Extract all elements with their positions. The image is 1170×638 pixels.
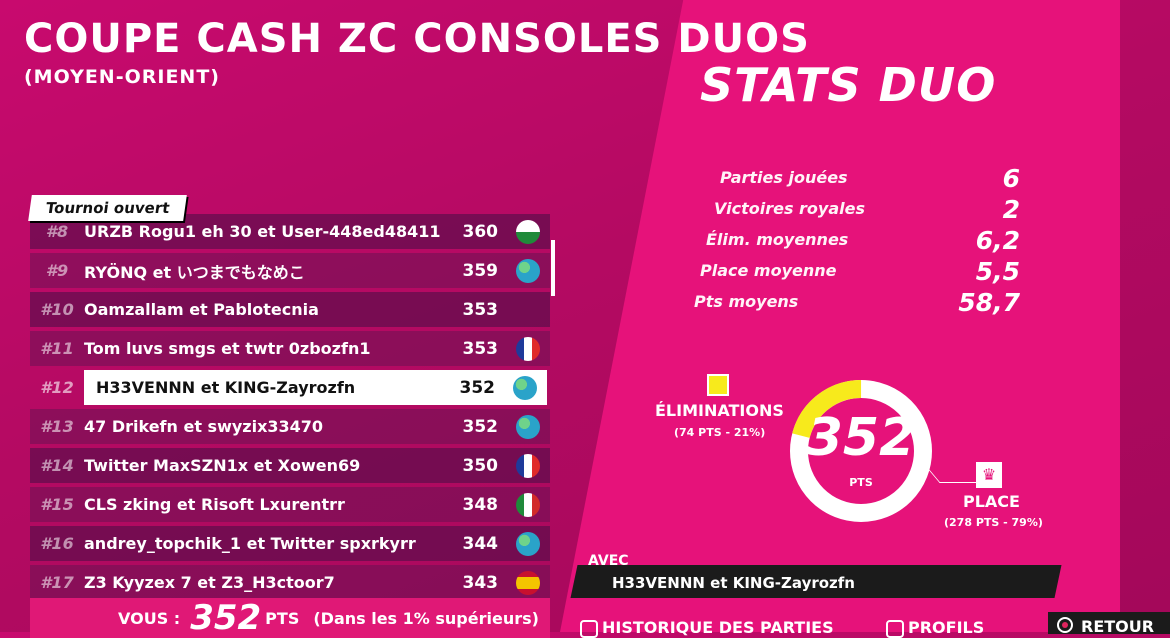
history-icon xyxy=(580,619,598,638)
row-rank: #13 xyxy=(40,417,74,436)
italy-flag xyxy=(516,492,540,517)
france-flag xyxy=(516,453,540,478)
eliminations-sub: (74 PTS - 21%) xyxy=(674,426,766,439)
stat-value: 5,5 xyxy=(975,257,1020,286)
match-history-button[interactable]: HISTORIQUE DES PARTIES xyxy=(580,618,834,638)
profiles-button[interactable]: PROFILS xyxy=(886,618,984,638)
stat-label: Victoires royales xyxy=(714,199,865,218)
globe-icon xyxy=(513,375,537,400)
stat-row: Parties jouées 6 xyxy=(690,164,1030,199)
your-score-pts: PTS xyxy=(265,608,300,628)
leaderboard-row[interactable]: #16 andrey_topchik_1 et Twitter spxrkyrr 3… xyxy=(30,526,550,561)
row-score: 348 xyxy=(462,494,499,515)
leaderboard-row[interactable]: #13 47 Drikefn et swyzix33470 352 xyxy=(30,409,550,444)
row-rank: #8 xyxy=(45,222,69,241)
donut-pts-label: PTS xyxy=(849,476,873,489)
page-subtitle: (MOYEN-ORIENT) xyxy=(24,66,220,88)
stat-value: 6 xyxy=(1002,164,1020,193)
stats-title: STATS DUO xyxy=(700,58,997,112)
leaderboard-scrollbar[interactable] xyxy=(551,240,555,296)
your-score-label: VOUS : xyxy=(118,608,181,628)
place-label: PLACE xyxy=(963,492,1020,511)
spain-flag xyxy=(516,570,540,595)
leaderboard-row[interactable]: #10 Oamzallam et Pablotecnia 353 xyxy=(30,292,550,327)
stat-row: Pts moyens 58,7 xyxy=(690,288,1030,323)
row-team: Twitter MaxSZN1x et Xowen69 xyxy=(84,456,361,475)
profiles-icon xyxy=(886,619,904,638)
wales-flag xyxy=(516,219,540,244)
row-score: 350 xyxy=(462,455,499,476)
trophy-icon: ♛ xyxy=(976,462,1002,488)
leaderboard-row[interactable]: #9 RYÖNQ et いつまでもなめこ 359 xyxy=(30,253,550,288)
partner-name: H33VENNN et KING-Zayrozfn xyxy=(612,574,855,592)
leaderboard-row[interactable]: #14 Twitter MaxSZN1x et Xowen69 350 xyxy=(30,448,550,483)
row-team: Tom luvs smgs et twtr 0zbozfn1 xyxy=(84,339,371,358)
profiles-label: PROFILS xyxy=(908,618,985,637)
match-history-label: HISTORIQUE DES PARTIES xyxy=(602,618,834,637)
your-score-bar: VOUS : 352 PTS (Dans les 1% supérieurs) xyxy=(30,598,550,638)
row-team: andrey_topchik_1 et Twitter spxrkyrr xyxy=(84,534,416,553)
stat-label: Élim. moyennes xyxy=(706,230,849,249)
globe-icon xyxy=(516,531,540,556)
row-score: 353 xyxy=(462,299,499,320)
row-score: 344 xyxy=(462,533,499,554)
globe-icon xyxy=(516,414,540,439)
row-team: Z3 Kyyzex 7 et Z3_H3ctoor7 xyxy=(84,573,335,592)
row-team: Oamzallam et Pablotecnia xyxy=(84,300,319,319)
stat-label: Place moyenne xyxy=(700,261,837,280)
donut-total: 352 xyxy=(806,408,916,468)
stats-list: Parties jouées 6 Victoires royales 2 Élim. m… xyxy=(690,164,1030,323)
row-rank: #16 xyxy=(40,534,74,553)
row-score: 352 xyxy=(462,416,499,437)
leaderboard-row[interactable]: #11 Tom luvs smgs et twtr 0zbozfn1 353 xyxy=(30,331,550,366)
globe-icon xyxy=(516,258,540,283)
row-score: 360 xyxy=(462,221,499,242)
leaderboard-row[interactable]: #17 Z3 Kyyzex 7 et Z3_H3ctoor7 343 xyxy=(30,565,550,600)
crosshair-icon xyxy=(707,374,729,396)
no-flag xyxy=(516,298,540,322)
row-score: 343 xyxy=(462,572,499,593)
partner-label: AVEC xyxy=(588,553,629,569)
back-button-label[interactable]: RETOUR xyxy=(1081,617,1154,636)
stat-value: 2 xyxy=(1002,195,1020,224)
row-score: 352 xyxy=(459,377,496,398)
page-title: COUPE CASH ZC CONSOLES DUOS xyxy=(24,16,810,62)
your-score-note: (Dans les 1% supérieurs) xyxy=(313,608,539,628)
leaderboard: #8 URZB Rogu1 eh 30 et User-448ed48411 360… xyxy=(30,214,550,604)
row-rank: #12 xyxy=(40,378,74,397)
leaderboard-row[interactable]: #12 H33VENNN et KING-Zayrozfn 352 xyxy=(40,370,547,405)
row-team: H33VENNN et KING-Zayrozfn xyxy=(96,378,356,397)
tournament-status-tag: Tournoi ouvert xyxy=(28,195,188,221)
france-flag xyxy=(516,336,540,361)
row-rank: #9 xyxy=(45,261,69,280)
row-score: 353 xyxy=(462,338,499,359)
row-rank: #15 xyxy=(40,495,74,514)
leaderboard-row[interactable]: #15 CLS zking et Risoft Lxurentrr 348 xyxy=(30,487,550,522)
row-team: CLS zking et Risoft Lxurentrr xyxy=(84,495,345,514)
row-rank: #17 xyxy=(40,573,74,592)
row-rank: #10 xyxy=(40,300,74,319)
row-team: RYÖNQ et いつまでもなめこ xyxy=(84,262,305,282)
stat-label: Parties jouées xyxy=(720,168,848,187)
back-button-icon xyxy=(1057,617,1073,633)
place-sub: (278 PTS - 79%) xyxy=(944,516,1043,529)
eliminations-label: ÉLIMINATIONS xyxy=(655,401,784,420)
row-team: 47 Drikefn et swyzix33470 xyxy=(84,417,324,436)
row-rank: #11 xyxy=(40,339,74,358)
stat-value: 58,7 xyxy=(958,288,1020,317)
stat-value: 6,2 xyxy=(975,226,1020,255)
row-score: 359 xyxy=(462,260,499,281)
stat-label: Pts moyens xyxy=(694,292,799,311)
row-rank: #14 xyxy=(40,456,74,475)
row-team: URZB Rogu1 eh 30 et User-448ed48411 xyxy=(84,222,441,241)
your-score-value: 352 xyxy=(190,598,262,638)
